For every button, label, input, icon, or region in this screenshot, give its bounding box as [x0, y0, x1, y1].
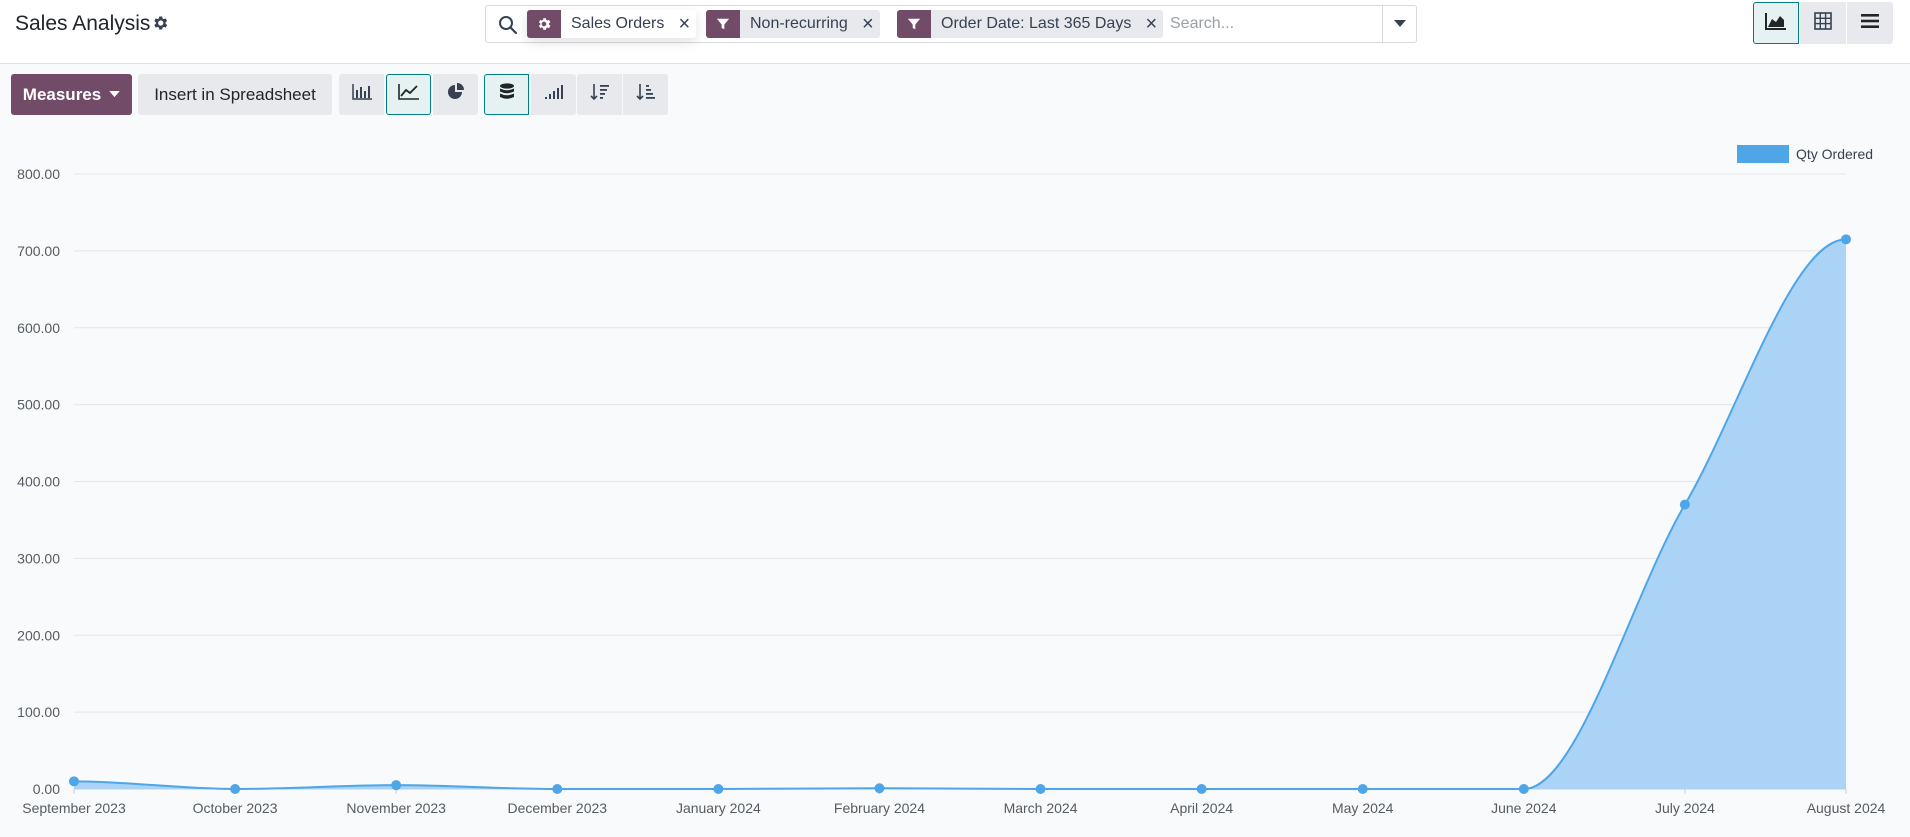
list-view-button[interactable]	[1847, 2, 1893, 44]
y-tick-label: 300.00	[17, 550, 60, 566]
x-tick-label: October 2023	[193, 800, 278, 816]
sort-descending-button[interactable]	[577, 74, 622, 115]
x-tick-label: May 2024	[1332, 800, 1394, 816]
data-point[interactable]	[552, 784, 563, 794]
line-chart-icon	[397, 84, 420, 105]
y-tick-label: 200.00	[17, 627, 60, 643]
area-chart-icon	[1765, 12, 1787, 35]
search-bar: Sales Orders × Non-recurring × Order Dat…	[485, 5, 1417, 43]
facet-label: Order Date: Last 365 Days	[941, 15, 1132, 32]
data-point[interactable]	[1841, 234, 1851, 245]
sort-asc-icon	[635, 83, 656, 106]
data-point[interactable]	[1357, 784, 1368, 794]
search-input[interactable]	[1170, 12, 1380, 36]
x-tick-label: April 2024	[1170, 800, 1233, 816]
data-point[interactable]	[1679, 499, 1690, 510]
bar-chart-icon	[351, 84, 372, 105]
graph-view-button[interactable]	[1753, 2, 1799, 44]
data-point[interactable]	[230, 784, 241, 794]
sort-desc-icon	[589, 83, 610, 106]
x-tick-label: January 2024	[676, 800, 761, 816]
x-tick-label: July 2024	[1655, 800, 1715, 816]
list-icon	[1861, 13, 1879, 34]
bar-chart-button[interactable]	[339, 74, 384, 115]
sort-ascending-button[interactable]	[623, 74, 668, 115]
legend-swatch[interactable]	[1737, 145, 1789, 163]
x-tick-label: September 2023	[22, 800, 126, 816]
measures-button[interactable]: Measures	[11, 74, 132, 115]
x-tick-label: August 2024	[1807, 800, 1886, 816]
caret-down-icon	[109, 91, 120, 98]
series-line	[73, 238, 1847, 791]
y-tick-label: 700.00	[17, 243, 60, 259]
filter-icon	[706, 10, 740, 38]
line-chart-button[interactable]	[386, 74, 431, 115]
search-options-toggle[interactable]	[1382, 6, 1417, 42]
x-tick-label: March 2024	[1004, 800, 1078, 816]
search-icon[interactable]	[498, 15, 518, 35]
x-tick-label: February 2024	[834, 800, 925, 816]
filter-icon	[897, 10, 931, 38]
data-point[interactable]	[1518, 784, 1529, 794]
gear-icon	[527, 10, 561, 38]
x-tick-label: June 2024	[1491, 800, 1557, 816]
close-icon[interactable]: ×	[856, 10, 880, 38]
y-tick-label: 0.00	[33, 781, 60, 797]
data-point[interactable]	[1035, 784, 1046, 794]
pie-chart-button[interactable]	[433, 74, 478, 115]
data-point[interactable]	[874, 783, 885, 794]
table-grid-icon	[1814, 11, 1832, 35]
data-point[interactable]	[1196, 784, 1207, 794]
area-chart: 0.00 100.00 200.00 300.00 400.00 500.00 600.00…	[17, 145, 1886, 816]
pivot-view-button[interactable]	[1800, 2, 1846, 44]
y-tick-label: 400.00	[17, 474, 60, 490]
y-tick-label: 100.00	[17, 704, 60, 720]
facet-non-recurring: Non-recurring ×	[706, 10, 880, 38]
data-point[interactable]	[713, 784, 724, 794]
stacked-button[interactable]	[484, 74, 529, 115]
facet-order-date: Order Date: Last 365 Days ×	[897, 10, 1164, 38]
control-panel: Sales Analysis Sales Orders × Non-recurr…	[0, 0, 1910, 64]
graph-area: 0.00 100.00 200.00 300.00 400.00 500.00 600.00…	[0, 130, 1910, 837]
y-tick-label: 500.00	[17, 397, 60, 413]
signal-icon	[544, 84, 564, 105]
facet-label: Non-recurring	[750, 15, 848, 32]
insert-label: Insert in Spreadsheet	[154, 84, 316, 104]
database-icon	[499, 83, 515, 106]
facet-sales-orders: Sales Orders ×	[527, 10, 697, 38]
caret-down-icon	[1394, 15, 1406, 33]
facet-label: Sales Orders	[571, 15, 665, 32]
gear-icon[interactable]	[151, 14, 169, 32]
close-icon[interactable]: ×	[672, 10, 696, 38]
data-point[interactable]	[391, 780, 402, 791]
insert-in-spreadsheet-button[interactable]: Insert in Spreadsheet	[138, 74, 332, 115]
data-point[interactable]	[69, 776, 79, 787]
cumulative-button[interactable]	[531, 74, 576, 115]
y-tick-label: 800.00	[17, 166, 60, 182]
x-tick-label: November 2023	[346, 800, 446, 816]
close-icon[interactable]: ×	[1139, 10, 1163, 38]
series-area	[74, 239, 1846, 789]
legend-label: Qty Ordered	[1796, 146, 1873, 162]
page-title: Sales Analysis	[15, 12, 151, 35]
x-tick-label: December 2023	[507, 800, 607, 816]
pie-chart-icon	[447, 83, 465, 106]
y-tick-label: 600.00	[17, 320, 60, 336]
measures-label: Measures	[22, 84, 102, 104]
